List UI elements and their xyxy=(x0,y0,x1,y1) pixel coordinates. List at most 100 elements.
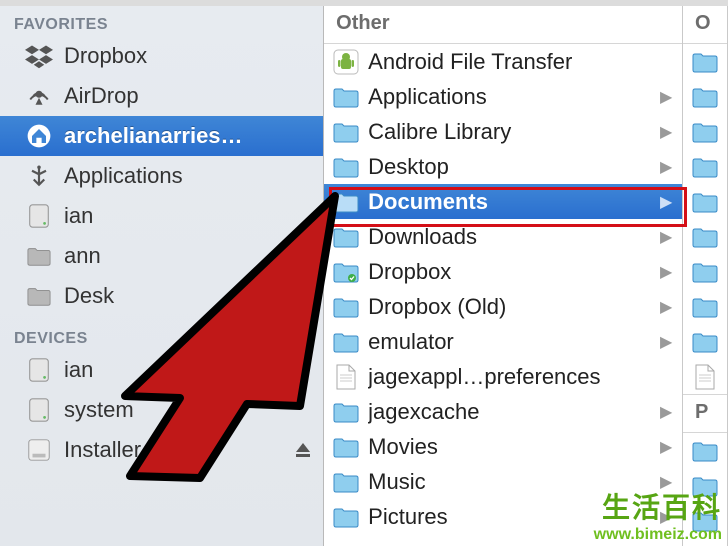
list-item[interactable]: Applications▶ xyxy=(324,79,682,114)
chevron-right-icon: ▶ xyxy=(660,332,674,352)
column-body: Android File TransferApplications▶Calibr… xyxy=(324,44,682,546)
folder-icon xyxy=(24,241,54,271)
list-item[interactable]: Documents▶ xyxy=(324,184,682,219)
sidebar-item-label: system xyxy=(64,397,313,423)
sidebar-item-label: ian xyxy=(64,203,313,229)
folder-icon xyxy=(332,328,360,356)
folder-icon xyxy=(691,223,719,251)
sidebar-item-label: ann xyxy=(64,243,313,269)
folder-icon xyxy=(691,328,719,356)
list-item[interactable] xyxy=(683,433,727,468)
list-item[interactable]: Downloads▶ xyxy=(324,219,682,254)
list-item[interactable] xyxy=(683,219,727,254)
watermark: 生活百科 www.bimeiz.com xyxy=(594,486,722,544)
column-header[interactable]: O xyxy=(683,6,727,44)
list-item[interactable]: Android File Transfer xyxy=(324,44,682,79)
sidebar-section-favorites: FAVORITES xyxy=(0,10,323,36)
folder-icon xyxy=(332,83,360,111)
list-item[interactable]: jagexcache▶ xyxy=(324,394,682,429)
sidebar-item-label: AirDrop xyxy=(64,83,313,109)
list-item[interactable] xyxy=(683,324,727,359)
list-item[interactable] xyxy=(683,184,727,219)
sidebar-item-label: archelianarries… xyxy=(64,123,313,149)
folder-icon xyxy=(332,153,360,181)
folder-icon xyxy=(691,153,719,181)
list-item[interactable]: Dropbox (Old) ▶ xyxy=(324,289,682,324)
dropbox-icon xyxy=(24,41,54,71)
chevron-right-icon: ▶ xyxy=(660,192,674,212)
sidebar-item-applications[interactable]: Applications xyxy=(0,156,323,196)
sidebar-item-label: Desk xyxy=(64,283,313,309)
finder-window: FAVORITES Dropbox AirDrop archelianarrie… xyxy=(0,0,728,546)
folder-dropbox-icon xyxy=(332,258,360,286)
sidebar-device-system[interactable]: system xyxy=(0,390,323,430)
column-right: O P xyxy=(683,6,728,546)
watermark-title: 生活百科 xyxy=(594,486,722,526)
sidebar-item-label: Applications xyxy=(64,163,313,189)
list-item[interactable]: Dropbox ▶ xyxy=(324,254,682,289)
harddrive-icon xyxy=(24,201,54,231)
sidebar-device-ian[interactable]: ian xyxy=(0,350,323,390)
list-item[interactable] xyxy=(683,44,727,79)
sidebar-item-label: Dropbox xyxy=(64,43,313,69)
sidebar-item-dropbox[interactable]: Dropbox xyxy=(0,36,323,76)
list-item-label: emulator xyxy=(368,329,652,355)
list-item[interactable] xyxy=(683,254,727,289)
list-item[interactable] xyxy=(683,359,727,394)
chevron-right-icon: ▶ xyxy=(660,437,674,457)
sidebar: FAVORITES Dropbox AirDrop archelianarrie… xyxy=(0,6,324,546)
eject-icon[interactable] xyxy=(293,440,313,460)
list-item[interactable]: Calibre Library ▶ xyxy=(324,114,682,149)
sidebar-item-airdrop[interactable]: AirDrop xyxy=(0,76,323,116)
list-item[interactable]: Desktop ▶ xyxy=(324,149,682,184)
list-item-label: Movies xyxy=(368,434,652,460)
column-main: Other Android File TransferApplications▶… xyxy=(324,6,683,546)
folder-icon xyxy=(691,258,719,286)
disk-icon xyxy=(24,435,54,465)
folder-icon xyxy=(24,281,54,311)
folder-icon xyxy=(691,188,719,216)
harddrive-icon xyxy=(24,355,54,385)
column-body: P xyxy=(683,44,727,546)
chevron-right-icon: ▶ xyxy=(660,297,674,317)
list-item-label: Dropbox xyxy=(368,259,652,285)
sidebar-item-home[interactable]: archelianarries… xyxy=(0,116,323,156)
chevron-right-icon: ▶ xyxy=(660,157,674,177)
folder-icon xyxy=(691,293,719,321)
chevron-right-icon: ▶ xyxy=(660,402,674,422)
list-item[interactable] xyxy=(683,149,727,184)
sidebar-device-installer[interactable]: Installer xyxy=(0,430,323,470)
sidebar-item-label: ian xyxy=(64,357,313,383)
column-header[interactable]: Other xyxy=(324,6,682,44)
applications-icon xyxy=(24,161,54,191)
list-item-label: Dropbox (Old) xyxy=(368,294,652,320)
list-item-label: jagexappl…preferences xyxy=(368,364,674,390)
sidebar-item-label: Installer xyxy=(64,437,283,463)
folder-icon xyxy=(691,48,719,76)
chevron-right-icon: ▶ xyxy=(660,122,674,142)
list-item[interactable]: Movies ▶ xyxy=(324,429,682,464)
folder-icon xyxy=(332,503,360,531)
folder-icon xyxy=(332,468,360,496)
column-header[interactable]: P xyxy=(683,394,727,433)
folder-icon xyxy=(332,433,360,461)
list-item[interactable]: jagexappl…preferences xyxy=(324,359,682,394)
list-item[interactable] xyxy=(683,289,727,324)
folder-icon xyxy=(691,363,719,391)
list-item[interactable]: emulator ▶ xyxy=(324,324,682,359)
watermark-url: www.bimeiz.com xyxy=(594,526,722,544)
folder-icon xyxy=(691,83,719,111)
folder-icon xyxy=(332,223,360,251)
sidebar-item-ian[interactable]: ian xyxy=(0,196,323,236)
list-item-label: Downloads xyxy=(368,224,652,250)
list-item-label: Desktop xyxy=(368,154,652,180)
chevron-right-icon: ▶ xyxy=(660,262,674,282)
folder-icon xyxy=(332,188,360,216)
chevron-right-icon: ▶ xyxy=(660,87,674,107)
list-item[interactable] xyxy=(683,114,727,149)
sidebar-item-ann[interactable]: ann xyxy=(0,236,323,276)
list-item-label: Calibre Library xyxy=(368,119,652,145)
airdrop-icon xyxy=(24,81,54,111)
sidebar-item-desk[interactable]: Desk xyxy=(0,276,323,316)
list-item[interactable] xyxy=(683,79,727,114)
